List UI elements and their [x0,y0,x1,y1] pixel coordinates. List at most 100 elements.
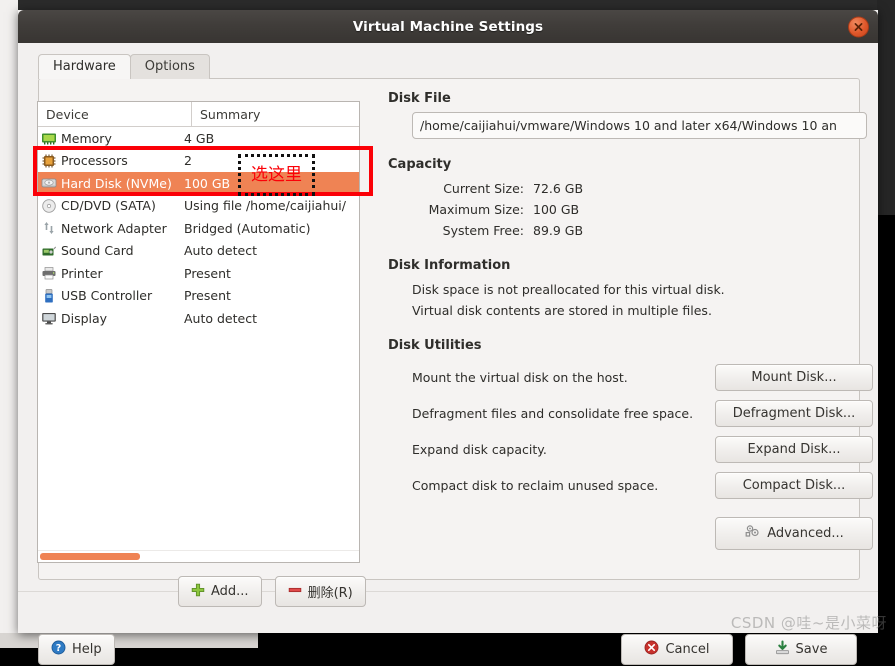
device-name: Printer [61,266,103,281]
device-list-header: Device Summary [38,102,359,127]
disk-file-heading: Disk File [388,91,873,106]
add-button[interactable]: Add... [178,576,262,607]
disk-information-heading: Disk Information [388,258,873,273]
save-icon [775,640,790,659]
summary-cell: Auto detect [183,243,359,258]
column-header-device: Device [38,102,192,126]
table-row[interactable]: Processors 2 [38,150,359,173]
svg-text:?: ? [56,643,62,654]
help-button-label: Help [72,642,102,657]
sound-card-icon [41,243,57,259]
disk-utilities-section: Disk Utilities Mount the virtual disk on… [388,338,873,550]
advanced-row: Advanced... [388,517,873,550]
summary-cell: Using file /home/caijiahui/ [183,198,359,213]
utility-row-compact: Compact disk to reclaim unused space. Co… [388,467,873,503]
table-row[interactable]: Printer Present [38,262,359,285]
capacity-heading: Capacity [388,157,873,172]
table-row[interactable]: USB Controller Present [38,285,359,308]
advanced-button-label: Advanced... [767,526,844,541]
capacity-value: 89.9 GB [533,220,583,241]
utility-row-defragment: Defragment files and consolidate free sp… [388,395,873,431]
utility-description: Compact disk to reclaim unused space. [388,478,715,493]
device-list[interactable]: Device Summary Memory 4 GB [37,101,360,563]
harddisk-icon [41,175,57,191]
disk-details-pane: Disk File Capacity Current Size: 72.6 GB… [388,91,873,550]
disk-information-line: Disk space is not preallocated for this … [388,279,873,300]
minus-icon [288,583,302,601]
utility-row-expand: Expand disk capacity. Expand Disk... [388,431,873,467]
device-cell: Hard Disk (NVMe) [38,175,183,191]
table-row-hard-disk[interactable]: Hard Disk (NVMe) 100 GB [38,172,359,195]
capacity-row-system-free: System Free: 89.9 GB [388,220,873,241]
device-cell: Processors [38,153,183,169]
compact-disk-button[interactable]: Compact Disk... [715,472,873,499]
footer-actions: Cancel Save [621,634,857,665]
table-row[interactable]: Network Adapter Bridged (Automatic) [38,217,359,240]
device-name: Display [61,311,107,326]
cancel-icon [644,640,659,659]
disk-information-section: Disk Information Disk space is not preal… [388,258,873,321]
save-button-label: Save [796,642,828,657]
save-button[interactable]: Save [745,634,857,665]
device-list-actions: Add... 删除(R) [178,576,366,607]
tab-options[interactable]: Options [130,54,210,79]
network-adapter-icon [41,220,57,236]
usb-icon [41,288,57,304]
add-button-label: Add... [211,584,249,599]
summary-cell: Auto detect [183,311,359,326]
desktop-left-strip [0,0,18,648]
summary-cell: 4 GB [183,131,359,146]
disk-utilities-heading: Disk Utilities [388,338,873,353]
utility-description: Mount the virtual disk on the host. [388,370,715,385]
remove-button-label: 删除(R) [308,582,353,601]
capacity-label: Maximum Size: [388,199,533,220]
scrollbar-thumb[interactable] [40,553,140,560]
capacity-row-current-size: Current Size: 72.6 GB [388,178,873,199]
device-cell: Printer [38,265,183,281]
capacity-row-maximum-size: Maximum Size: 100 GB [388,199,873,220]
gears-icon [744,523,761,544]
capacity-section: Capacity Current Size: 72.6 GB Maximum S… [388,157,873,241]
capacity-label: Current Size: [388,178,533,199]
device-cell: CD/DVD (SATA) [38,198,183,214]
table-row[interactable]: Display Auto detect [38,307,359,330]
defragment-disk-button[interactable]: Defragment Disk... [715,400,873,427]
cancel-button[interactable]: Cancel [621,634,733,665]
footer-separator [18,591,878,592]
summary-cell: Present [183,288,359,303]
advanced-button[interactable]: Advanced... [715,517,873,550]
disk-information-line: Virtual disk contents are stored in mult… [388,300,873,321]
dialog-titlebar: Virtual Machine Settings [18,10,878,43]
remove-button[interactable]: 删除(R) [275,576,366,607]
capacity-value: 72.6 GB [533,178,583,199]
table-row[interactable]: Sound Card Auto detect [38,240,359,263]
table-row[interactable]: CD/DVD (SATA) Using file /home/caijiahui… [38,195,359,218]
device-cell: Sound Card [38,243,183,259]
help-icon: ? [51,640,66,659]
summary-cell: Bridged (Automatic) [183,221,359,236]
virtual-machine-settings-dialog: Virtual Machine Settings Hardware Option… [18,10,878,633]
device-cell: Display [38,310,183,326]
summary-cell: 100 GB [183,176,359,191]
column-header-summary: Summary [192,102,359,126]
table-row[interactable]: Memory 4 GB [38,127,359,150]
close-icon[interactable] [848,16,869,37]
device-list-horizontal-scrollbar[interactable] [38,550,359,562]
utility-description: Defragment files and consolidate free sp… [388,406,715,421]
cancel-button-label: Cancel [665,642,709,657]
desktop-right-strip [877,0,895,215]
capacity-value: 100 GB [533,199,579,220]
help-button[interactable]: ? Help [38,634,115,665]
mount-disk-button[interactable]: Mount Disk... [715,364,873,391]
expand-disk-button[interactable]: Expand Disk... [715,436,873,463]
disk-file-input[interactable] [412,112,867,139]
tab-hardware[interactable]: Hardware [38,54,131,79]
device-cell: Memory [38,130,183,146]
device-name: Processors [61,153,128,168]
device-name: CD/DVD (SATA) [61,198,156,213]
display-icon [41,310,57,326]
utility-row-mount: Mount the virtual disk on the host. Moun… [388,359,873,395]
plus-icon [191,583,205,601]
device-cell: Network Adapter [38,220,183,236]
summary-cell: Present [183,266,359,281]
